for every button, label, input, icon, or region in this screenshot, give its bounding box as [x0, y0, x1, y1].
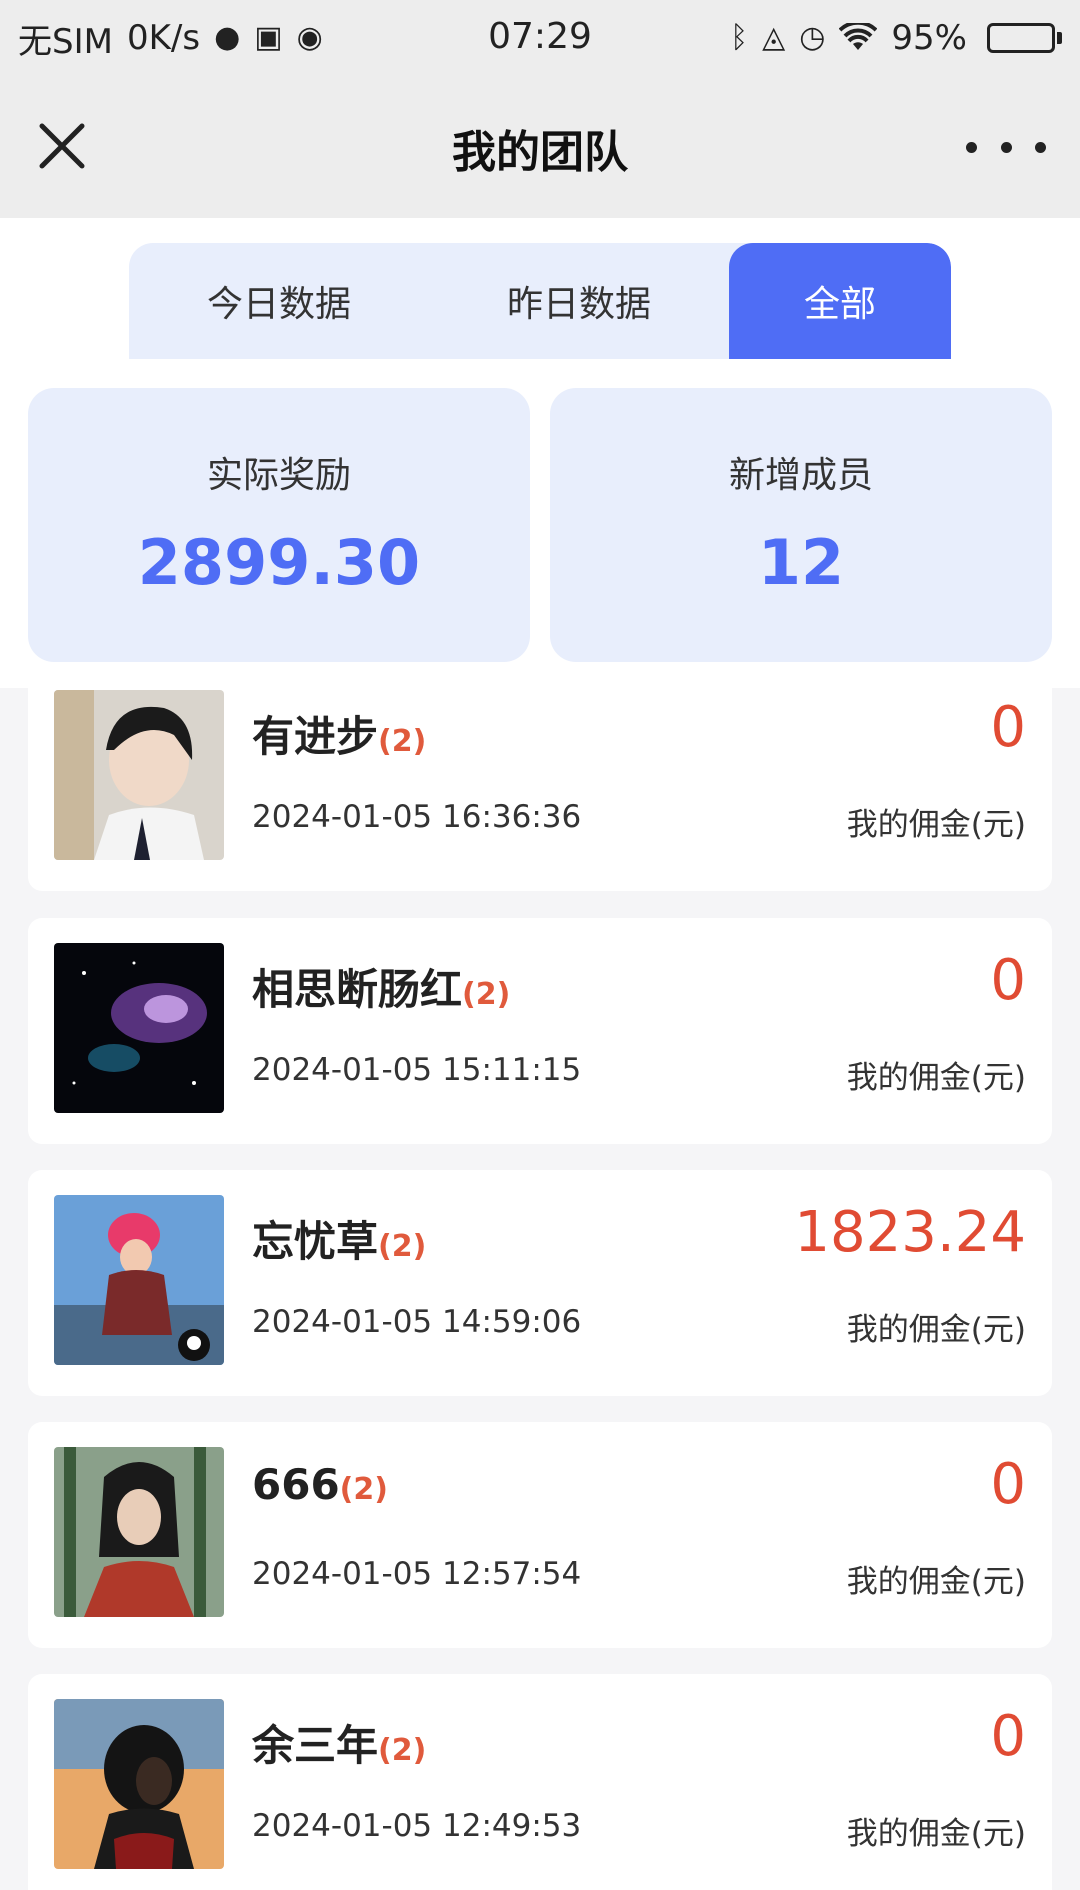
commission-label: 我的佣金(元)	[846, 1060, 1026, 1096]
avatar	[54, 1699, 224, 1869]
member-name: 忘忧草(2)	[252, 1217, 427, 1266]
battery-icon	[987, 23, 1062, 53]
member-name: 相思断肠红(2)	[252, 965, 511, 1014]
battery-percent: 95%	[891, 18, 967, 58]
member-count: (2)	[378, 724, 427, 759]
stat-value: 12	[757, 526, 845, 599]
member-date: 2024-01-05 12:49:53	[252, 1808, 582, 1844]
member-date: 2024-01-05 16:36:36	[252, 799, 582, 835]
commission-label: 我的佣金(元)	[846, 1564, 1026, 1600]
member-count: (2)	[378, 1229, 427, 1264]
list-item[interactable]: 有进步(2) 2024-01-05 16:36:36 0 我的佣金(元)	[28, 665, 1052, 891]
stat-card-new-members: 新增成员 12	[550, 388, 1052, 662]
page-title: 我的团队	[452, 127, 628, 178]
member-count: (2)	[378, 1733, 427, 1768]
carrier-text: 无SIM	[18, 21, 113, 62]
member-name: 余三年(2)	[252, 1721, 427, 1770]
member-count: (2)	[339, 1472, 388, 1507]
stat-card-reward: 实际奖励 2899.30	[28, 388, 530, 662]
commission-amount: 0	[990, 1452, 1026, 1517]
status-right: ᛒ ◬ ◷ 95%	[730, 18, 1062, 58]
status-left: 无SIM 0K/s ● ▣ ◉	[18, 14, 323, 63]
list-item[interactable]: 余三年(2) 2024-01-05 12:49:53 0 我的佣金(元)	[28, 1674, 1052, 1890]
commission-amount: 0	[990, 1704, 1026, 1769]
member-count: (2)	[462, 977, 511, 1012]
network-speed: 0K/s	[126, 18, 201, 58]
member-name: 有进步(2)	[252, 712, 427, 761]
avatar	[54, 690, 224, 860]
bluetooth-icon: ᛒ	[730, 20, 749, 55]
status-time: 07:29	[488, 16, 592, 57]
list-item[interactable]: 相思断肠红(2) 2024-01-05 15:11:15 0 我的佣金(元)	[28, 918, 1052, 1144]
period-tabs: 今日数据 昨日数据 全部	[129, 243, 951, 359]
member-name: 666(2)	[252, 1460, 388, 1509]
commission-label: 我的佣金(元)	[846, 1816, 1026, 1852]
avatar	[54, 943, 224, 1113]
wifi-icon	[839, 23, 878, 50]
commission-amount: 0	[990, 948, 1026, 1013]
member-date: 2024-01-05 14:59:06	[252, 1304, 582, 1340]
stat-value: 2899.30	[137, 526, 421, 599]
tab-today[interactable]: 今日数据	[129, 243, 429, 359]
nav-bar: 我的团队	[0, 76, 1080, 219]
member-date: 2024-01-05 12:57:54	[252, 1556, 582, 1592]
stat-label: 实际奖励	[206, 455, 351, 496]
commission-amount: 0	[990, 695, 1026, 760]
bell-off-icon: ◬	[762, 20, 786, 55]
tab-all[interactable]: 全部	[729, 243, 951, 359]
sim-card-icon: ▣	[254, 20, 283, 55]
commission-label: 我的佣金(元)	[846, 807, 1026, 843]
stat-label: 新增成员	[728, 455, 873, 496]
alarm-icon: ◷	[799, 20, 826, 55]
commission-label: 我的佣金(元)	[846, 1312, 1026, 1348]
commission-amount: 1823.24	[794, 1200, 1026, 1265]
media-icon: ◉	[296, 20, 323, 55]
tab-yesterday[interactable]: 昨日数据	[429, 243, 729, 359]
member-date: 2024-01-05 15:11:15	[252, 1052, 582, 1088]
status-bar: 无SIM 0K/s ● ▣ ◉ 07:29 ᛒ ◬ ◷ 95%	[0, 0, 1080, 76]
avatar	[54, 1195, 224, 1365]
planet-icon: ●	[214, 20, 241, 55]
more-icon[interactable]	[966, 132, 1046, 162]
list-item[interactable]: 666(2) 2024-01-05 12:57:54 0 我的佣金(元)	[28, 1422, 1052, 1648]
list-item[interactable]: 忘忧草(2) 2024-01-05 14:59:06 1823.24 我的佣金(…	[28, 1170, 1052, 1396]
avatar	[54, 1447, 224, 1617]
